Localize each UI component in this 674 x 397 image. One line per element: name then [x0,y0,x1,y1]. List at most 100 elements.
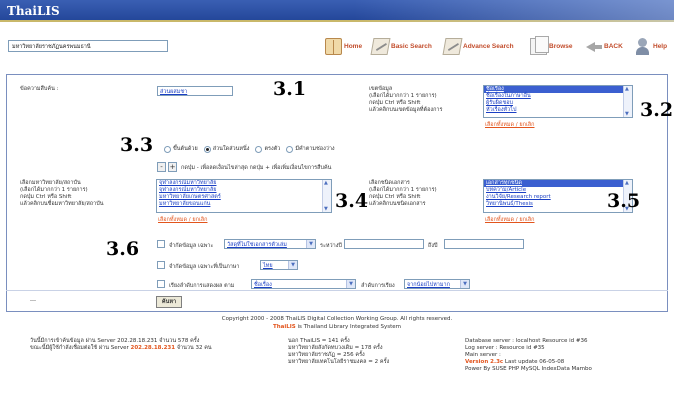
remove-condition-button[interactable]: - [157,162,166,172]
radio-any-part[interactable] [203,145,211,153]
back-arrow-icon [585,38,602,55]
back-button[interactable]: BACK [585,36,623,56]
language-select[interactable]: ไทย ▼ [260,260,298,270]
version-text: Version 2.3c [465,359,504,365]
radio-exact[interactable] [255,145,263,153]
field-selector-label: เขตข้อมูล (เลือกได้มากกว่า 1 รายการ) กดป… [369,86,442,114]
limit-language-label: จำกัดข้อมูล เฉพาะที่เป็นภาษา [169,264,240,270]
sort-checkbox[interactable] [157,280,165,288]
advance-search-button[interactable]: Advance Search [442,36,514,56]
group-stats: นอก ThaiLIS = 141 ครั้ง มหาวิทยาลัยสังกั… [288,338,389,366]
callout-3-3: 3.3 [120,134,154,156]
library-option[interactable]: จุฬาลงกรณ์มหาวิทยาลัย [157,187,331,194]
server-info-line: Log server : Resource id #35 [465,345,545,351]
year-from-input[interactable] [344,239,424,249]
library-option[interactable]: มหาวิทยาลัยเกษตรศาสตร์ [157,194,331,201]
chevron-down-icon: ▼ [346,280,355,288]
search-submit-button[interactable]: ค้นหา [156,296,182,308]
radio-starts-with[interactable] [164,145,171,153]
search-text-value: ส่วนผสมชา [160,89,188,95]
library-select[interactable]: มหาวิทยาลัยราชภัฏนครพนมธานี [8,40,168,52]
advance-search-pen-icon [442,37,463,55]
usage-text: ขณะนี้มีผู้ใช้กำลังเชื่อมต่อใช้ ผ่าน Ser… [30,345,129,351]
basic-search-button[interactable]: Basic Search [370,36,432,56]
order-label: ลำดับการเรียง [361,283,395,289]
usage-line: วันนี้มีการเข้าค้นข้อมูล ผ่าน Server 202… [30,338,200,344]
doctype-label-line: แล้วคลิกบนชนิดเอกสาร [369,201,426,207]
library-listbox[interactable]: จุฬาลงกรณ์มหาวิทยาลัย จุฬาลงกรณ์มหาวิทยา… [156,179,332,213]
help-label: Help [653,42,668,50]
callout-3-4: 3.4 [335,190,369,212]
field-option[interactable]: ชื่อเรื่อง [484,86,632,93]
server-ip: 202.28.18.231 [130,345,176,351]
doctype-label-line: กดปุ่ม Ctrl หรือ Shift [369,194,421,200]
server-info-line: Main server : [465,352,501,358]
library-label-line: (เลือกได้มากกว่า 1 รายการ) [20,187,88,193]
between-year-label: ระหว่างปี [320,243,342,249]
callout-3-1: 3.1 [273,78,307,100]
limit-format-checkbox[interactable] [157,240,165,248]
library-option[interactable]: จุฬาลงกรณ์มหาวิทยาลัย [157,180,331,187]
library-label-line: กดปุ่ม Ctrl หรือ Shift [20,194,72,200]
home-button[interactable]: Home [325,36,362,56]
field-option[interactable]: ชื่อเรื่องในภาษาอื่น [484,93,632,100]
server-info-line: Database server : localhost Resource id … [465,338,588,344]
library-listbox-scrollbar[interactable] [322,180,331,212]
format-select[interactable]: วัสดุที่ไม่ใช่เอกสารตัวเล่ม ▼ [224,239,316,249]
chevron-down-icon: ▼ [306,240,315,248]
limit-format-label: จำกัดข้อมูล เฉพาะ [169,243,214,249]
sort-select[interactable]: ชื่อเรื่อง ▼ [251,279,356,289]
radio-label: มีคำตามช่องว่าง [295,146,335,152]
libraries-select-all-link[interactable]: เลือกทั้งหมด / ยกเลิก [158,216,208,224]
library-label-line: แล้วคลิกบนชื่อมหาวิทยาลัย/สถาบัน [20,201,104,207]
match-options: ขึ้นต้นด้วย ส่วนใดส่วนหนึ่ง ตรงตัว มีคำต… [158,145,335,153]
browse-pages-icon [530,35,549,55]
home-label: Home [344,42,363,50]
field-option[interactable]: ผู้รับผิดชอบ [484,100,632,107]
field-label-line: (เลือกได้มากกว่า 1 รายการ) [369,93,437,99]
add-condition-button[interactable]: + [168,162,177,172]
fields-select-all-link[interactable]: เลือกทั้งหมด / ยกเลิก [485,121,535,129]
footer-brand: ThaiLIS [272,324,296,330]
field-label-line: กดปุ่ม Ctrl หรือ Shift [369,100,421,106]
doctypes-select-all-link[interactable]: เลือกทั้งหมด / ยกเลิก [485,216,535,224]
library-option[interactable]: มหาวิทยาลัยขอนแก่น [157,201,331,208]
library-label-line: เลือกมหาวิทยาลัย/สถาบัน [20,180,81,186]
doctype-label-line: เลือกชนิดเอกสาร [369,180,410,186]
version-line: Version 2.3c Last update 06-05-08 [465,359,592,366]
year-to-input[interactable] [444,239,524,249]
basic-search-pen-icon [370,37,391,55]
callout-3-2: 3.2 [640,99,674,121]
radio-label: ขึ้นต้นด้วย [173,146,198,152]
search-text-label: ข้อความสืบค้น : [20,86,59,92]
group-stat-line: มหาวิทยาลัยสังกัดทบวงเดิม = 178 ครั้ง [288,345,383,351]
order-select[interactable]: จากน้อยไปหามาก ▼ [404,279,470,289]
app-header: ThaiLIS [0,0,674,22]
browse-button[interactable]: Browse [530,35,572,56]
back-label: BACK [604,42,623,50]
callout-3-5: 3.5 [607,190,641,212]
field-label-line: แล้วคลิกบนเขตข้อมูลที่ต้องการ [369,107,443,113]
callout-3-6: 3.6 [106,238,140,260]
search-text-input[interactable]: ส่วนผสมชา [157,86,233,96]
server-info: Database server : localhost Resource id … [465,338,592,373]
group-stat-line: นอก ThaiLIS = 141 ครั้ง [288,338,350,344]
home-book-icon [325,37,342,55]
app-logo: ThaiLIS [7,4,60,18]
last-update-text: Last update 06-05-08 [504,359,565,365]
powered-by-line: Power By SUSE PHP MySQL IndexData Mambo [465,366,592,372]
basic-search-label: Basic Search [391,42,432,50]
help-button[interactable]: Help [634,36,667,56]
doctype-label-line: (เลือกได้มากกว่า 1 รายการ) [369,187,437,193]
field-option[interactable]: หัวเรื่องทั่วไป [484,107,632,114]
radio-all-words[interactable] [286,145,294,153]
format-select-value: วัสดุที่ไม่ใช่เอกสารตัวเล่ม [227,242,287,248]
radio-label: ส่วนใดส่วนหนึ่ง [212,146,250,152]
doctype-option[interactable]: เอกสารทุกชนิด [484,180,632,187]
limit-language-checkbox[interactable] [157,261,165,269]
footer-tagline: ThaiLIS is Thailand Library Integrated S… [0,324,674,330]
field-listbox[interactable]: ชื่อเรื่อง ชื่อเรื่องในภาษาอื่น ผู้รับผิ… [483,85,633,118]
footer-subtitle: is Thailand Library Integrated System [297,324,402,330]
field-listbox-scrollbar[interactable] [623,86,632,117]
library-selector-label: เลือกมหาวิทยาลัย/สถาบัน (เลือกได้มากกว่า… [20,180,104,208]
